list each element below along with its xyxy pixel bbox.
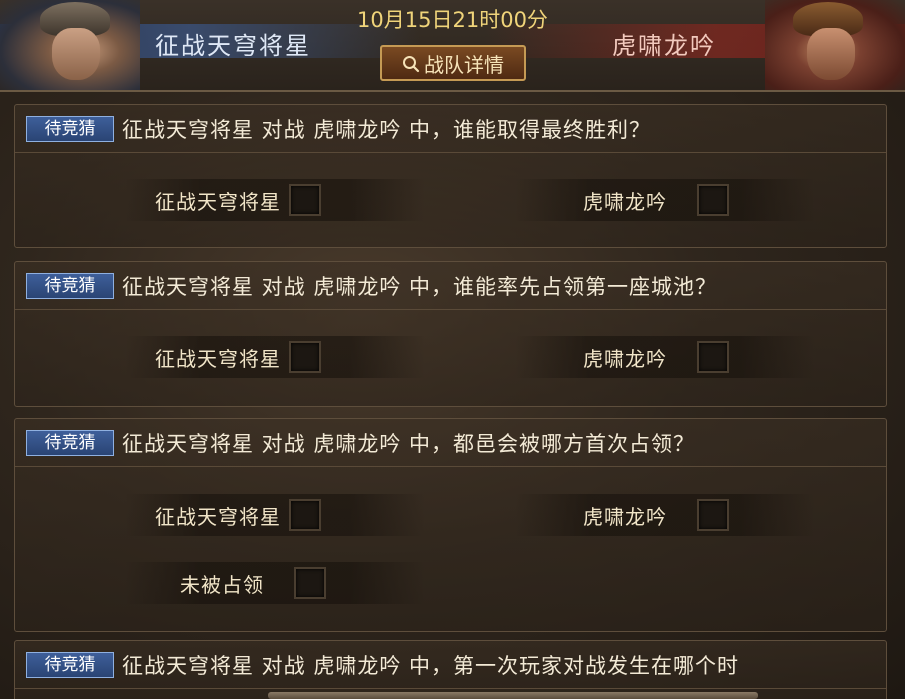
option-checkbox[interactable]	[294, 567, 326, 599]
right-face-shape	[807, 28, 855, 80]
left-team-name: 征战天穹将星	[155, 32, 311, 60]
team-detail-button[interactable]: 战队详情	[380, 45, 526, 81]
question-header: 待竞猜 征战天穹将星 对战 虎啸龙吟 中，第一次玩家对战发生在哪个时	[15, 641, 886, 689]
option-left-team[interactable]: 征战天穹将星	[125, 494, 425, 536]
pending-badge: 待竞猜	[26, 652, 114, 678]
option-label: 未被占领	[180, 572, 264, 597]
match-time: 10月15日21时00分	[357, 8, 548, 32]
question-text: 征战天穹将星 对战 虎啸龙吟 中，都邑会被哪方首次占领？	[122, 432, 696, 456]
horizontal-scrollbar[interactable]	[268, 692, 758, 699]
question-text: 征战天穹将星 对战 虎啸龙吟 中，谁能率先占领第一座城池？	[122, 275, 718, 299]
question-header: 待竞猜 征战天穹将星 对战 虎啸龙吟 中，谁能率先占领第一座城池？	[15, 262, 886, 310]
option-label: 虎啸龙吟	[583, 504, 667, 529]
question-card-4: 待竞猜 征战天穹将星 对战 虎啸龙吟 中，第一次玩家对战发生在哪个时	[14, 640, 887, 699]
question-card-2: 待竞猜 征战天穹将星 对战 虎啸龙吟 中，谁能率先占领第一座城池？ 征战天穹将星…	[14, 261, 887, 407]
question-card-3: 待竞猜 征战天穹将星 对战 虎啸龙吟 中，都邑会被哪方首次占领？ 征战天穹将星 …	[14, 418, 887, 632]
question-text: 征战天穹将星 对战 虎啸龙吟 中，第一次玩家对战发生在哪个时	[122, 654, 740, 678]
option-label: 征战天穹将星	[155, 504, 281, 529]
option-right-team[interactable]: 虎啸龙吟	[515, 494, 815, 536]
option-checkbox[interactable]	[289, 499, 321, 531]
match-header: 10月15日21时00分 征战天穹将星 虎啸龙吟 战队详情	[0, 0, 905, 92]
option-checkbox[interactable]	[697, 184, 729, 216]
question-header: 待竞猜 征战天穹将星 对战 虎啸龙吟 中，都邑会被哪方首次占领？	[15, 419, 886, 467]
pending-badge: 待竞猜	[26, 273, 114, 299]
option-checkbox[interactable]	[697, 341, 729, 373]
option-left-team[interactable]: 征战天穹将星	[125, 179, 425, 221]
option-checkbox[interactable]	[289, 341, 321, 373]
option-right-team[interactable]: 虎啸龙吟	[515, 336, 815, 378]
option-label: 虎啸龙吟	[583, 189, 667, 214]
pending-badge: 待竞猜	[26, 430, 114, 456]
pending-badge: 待竞猜	[26, 116, 114, 142]
option-checkbox[interactable]	[697, 499, 729, 531]
option-checkbox[interactable]	[289, 184, 321, 216]
left-face-shape	[52, 28, 100, 80]
option-not-occupied[interactable]: 未被占领	[125, 562, 425, 604]
option-label: 虎啸龙吟	[583, 346, 667, 371]
option-right-team[interactable]: 虎啸龙吟	[515, 179, 815, 221]
right-team-name: 虎啸龙吟	[612, 32, 716, 60]
option-label: 征战天穹将星	[155, 346, 281, 371]
option-left-team[interactable]: 征战天穹将星	[125, 336, 425, 378]
search-icon	[402, 54, 420, 73]
question-card-1: 待竞猜 征战天穹将星 对战 虎啸龙吟 中，谁能取得最终胜利？ 征战天穹将星 虎啸…	[14, 104, 887, 248]
team-detail-label: 战队详情	[424, 52, 504, 77]
question-header: 待竞猜 征战天穹将星 对战 虎啸龙吟 中，谁能取得最终胜利？	[15, 105, 886, 153]
option-label: 征战天穹将星	[155, 189, 281, 214]
question-text: 征战天穹将星 对战 虎啸龙吟 中，谁能取得最终胜利？	[122, 118, 652, 142]
